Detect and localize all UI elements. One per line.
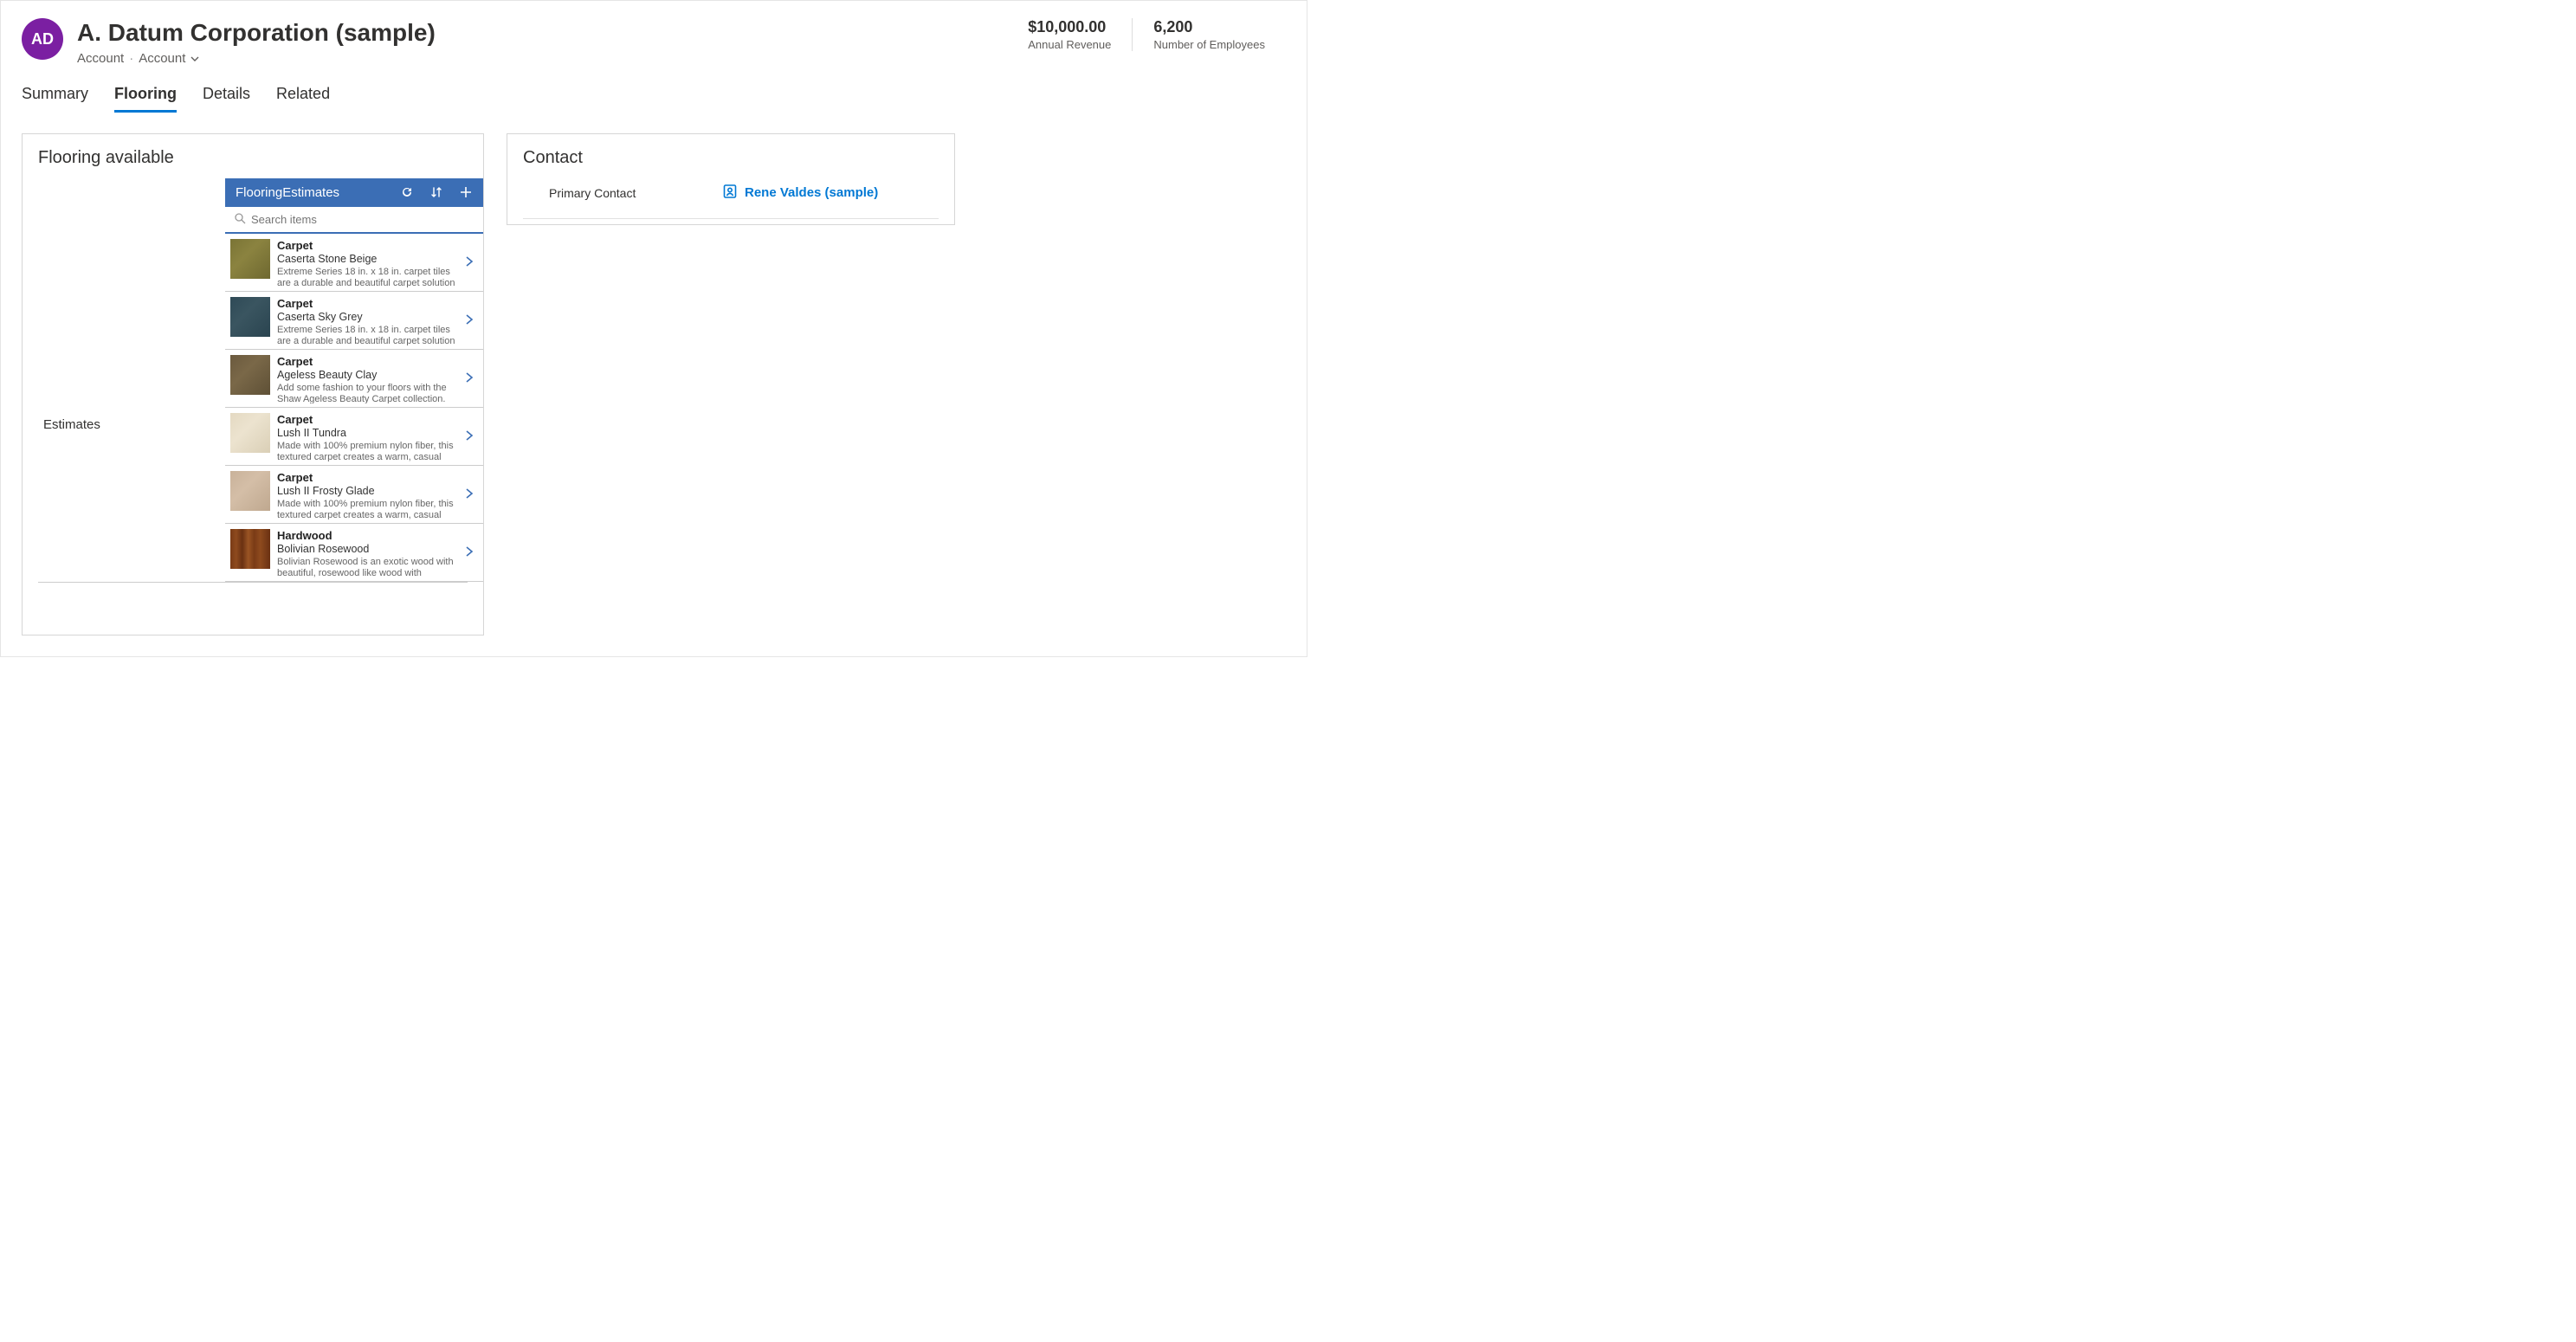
chevron-right-icon[interactable]: [461, 487, 478, 502]
page-title: A. Datum Corporation (sample): [77, 18, 1007, 48]
primary-contact-name: Rene Valdes (sample): [745, 185, 878, 200]
chevron-right-icon[interactable]: [461, 371, 478, 386]
breadcrumb: Account · Account: [77, 51, 1007, 66]
primary-contact-label: Primary Contact: [549, 186, 722, 200]
chevron-right-icon[interactable]: [461, 255, 478, 270]
item-name: Caserta Sky Grey: [277, 311, 461, 323]
breadcrumb-separator: ·: [129, 51, 133, 66]
chevron-right-icon[interactable]: [461, 313, 478, 328]
tab-flooring[interactable]: Flooring: [114, 85, 177, 113]
list-header: FlooringEstimates: [225, 178, 483, 207]
list-item[interactable]: CarpetCaserta Stone Beige Extreme Series …: [225, 234, 483, 292]
item-name: Caserta Stone Beige: [277, 253, 461, 265]
item-description: Made with 100% premium nylon fiber, this…: [277, 499, 461, 519]
list-item[interactable]: CarpetLush II Frosty Glade Made with 100%…: [225, 466, 483, 524]
refresh-icon[interactable]: [400, 185, 414, 199]
flooring-card: Flooring available Estimates FlooringEst…: [22, 133, 484, 636]
swatch-image: [230, 355, 270, 395]
item-category: Carpet: [277, 413, 461, 426]
swatch-image: [230, 529, 270, 569]
chevron-right-icon[interactable]: [461, 429, 478, 444]
item-description: Made with 100% premium nylon fiber, this…: [277, 441, 461, 461]
item-category: Carpet: [277, 239, 461, 252]
list-item[interactable]: CarpetCaserta Sky Grey Extreme Series 18 …: [225, 292, 483, 350]
tab-details[interactable]: Details: [203, 85, 250, 113]
stat-employees-value: 6,200: [1153, 18, 1265, 36]
list-item[interactable]: CarpetLush II Tundra Made with 100% premi…: [225, 408, 483, 466]
avatar: AD: [22, 18, 63, 60]
stat-revenue-value: $10,000.00: [1028, 18, 1111, 36]
breadcrumb-type-dropdown[interactable]: Account: [139, 51, 199, 66]
primary-contact-link[interactable]: Rene Valdes (sample): [722, 184, 878, 203]
breadcrumb-entity: Account: [77, 51, 124, 66]
item-category: Carpet: [277, 297, 461, 310]
swatch-image: [230, 471, 270, 511]
swatch-image: [230, 413, 270, 453]
tab-summary[interactable]: Summary: [22, 85, 88, 113]
search-input[interactable]: [251, 213, 475, 226]
item-name: Lush II Tundra: [277, 427, 461, 439]
item-description: Bolivian Rosewood is an exotic wood with…: [277, 557, 461, 577]
stat-revenue: $10,000.00 Annual Revenue: [1007, 18, 1132, 51]
search-row: [225, 207, 483, 234]
contact-icon: [722, 184, 738, 203]
estimates-label: Estimates: [23, 417, 225, 432]
item-category: Hardwood: [277, 529, 461, 542]
item-description: Add some fashion to your floors with the…: [277, 383, 461, 403]
item-name: Ageless Beauty Clay: [277, 369, 461, 381]
swatch-image: [230, 239, 270, 279]
list-title: FlooringEstimates: [236, 185, 400, 200]
flooring-list: FlooringEstimates: [225, 178, 483, 582]
item-description: Extreme Series 18 in. x 18 in. carpet ti…: [277, 267, 461, 287]
flooring-section-title: Flooring available: [23, 148, 483, 178]
stat-employees-label: Number of Employees: [1153, 38, 1265, 51]
stat-revenue-label: Annual Revenue: [1028, 38, 1111, 51]
add-icon[interactable]: [459, 185, 473, 199]
search-icon: [234, 212, 246, 227]
chevron-right-icon[interactable]: [461, 545, 478, 560]
contact-section-title: Contact: [507, 148, 954, 178]
list-item[interactable]: HardwoodBolivian Rosewood Bolivian Rosewo…: [225, 524, 483, 582]
item-name: Bolivian Rosewood: [277, 543, 461, 555]
tab-related[interactable]: Related: [276, 85, 330, 113]
sort-icon[interactable]: [429, 185, 443, 199]
tab-bar: Summary Flooring Details Related: [1, 74, 1307, 113]
contact-card: Contact Primary Contact Rene Valdes (sam…: [507, 133, 955, 225]
swatch-image: [230, 297, 270, 337]
item-category: Carpet: [277, 471, 461, 484]
item-category: Carpet: [277, 355, 461, 368]
chevron-down-icon: [190, 51, 200, 66]
list-item[interactable]: CarpetAgeless Beauty Clay Add some fashio…: [225, 350, 483, 408]
item-description: Extreme Series 18 in. x 18 in. carpet ti…: [277, 325, 461, 345]
stat-employees: 6,200 Number of Employees: [1132, 18, 1286, 51]
item-name: Lush II Frosty Glade: [277, 485, 461, 497]
